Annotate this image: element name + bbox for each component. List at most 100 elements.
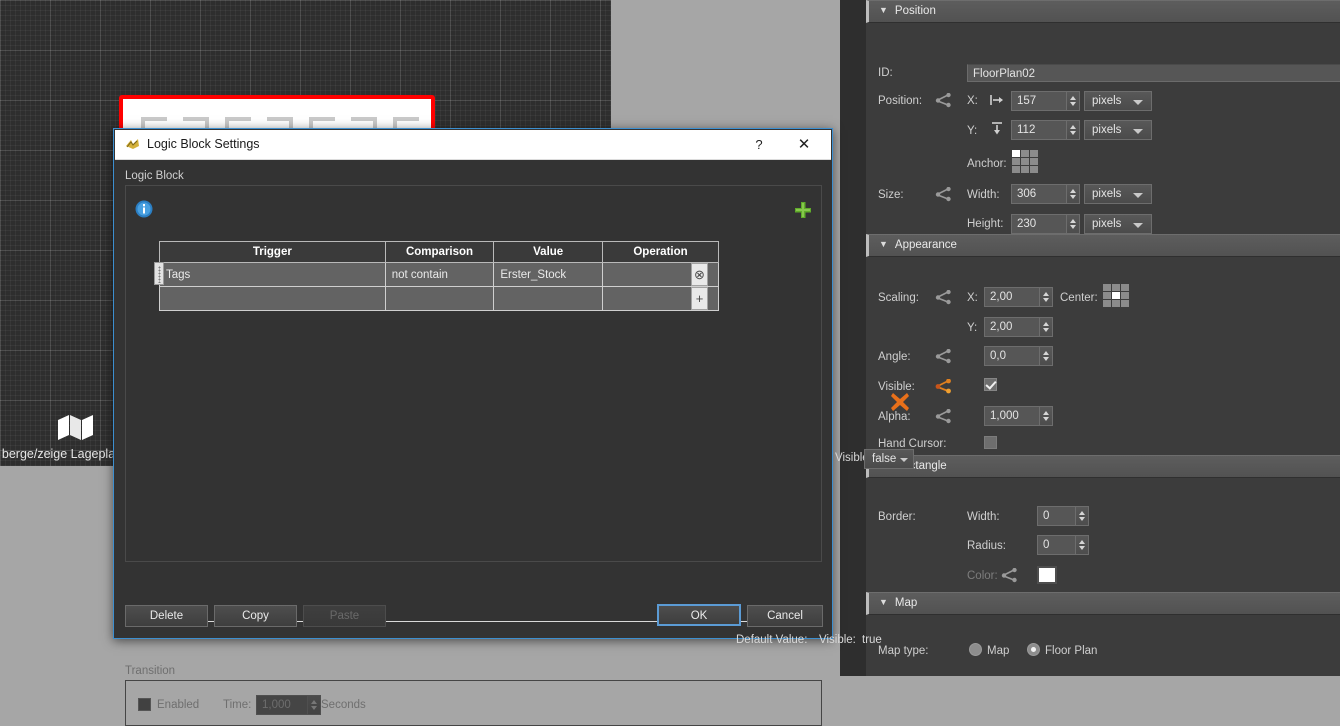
binding-icon-visible-active[interactable] [935, 379, 952, 394]
border-width-value[interactable]: 0 [1037, 506, 1076, 526]
position-x-unit-combo[interactable]: pixels [1084, 91, 1152, 111]
info-icon[interactable] [135, 200, 153, 218]
delete-cross-icon[interactable] [889, 391, 911, 413]
center-grid-picker[interactable] [1103, 284, 1131, 310]
cell-value[interactable] [493, 286, 603, 311]
transition-enabled-checkbox[interactable] [138, 698, 151, 711]
position-y-steppers[interactable] [1067, 120, 1080, 140]
map-widget-label: berge/zeige Lageplan [1, 447, 123, 461]
paste-button: Paste [303, 605, 386, 627]
position-y-value[interactable]: 112 [1011, 120, 1067, 140]
section-header-map[interactable]: ▼ Map [866, 592, 1340, 615]
width-steppers[interactable] [1067, 184, 1080, 204]
binding-icon-size[interactable] [935, 187, 952, 202]
angle-value[interactable]: 0,0 [984, 346, 1040, 366]
border-color-swatch[interactable] [1037, 566, 1057, 584]
width-label: Width: [967, 189, 1000, 201]
y-offset-icon [992, 122, 1002, 135]
cell-value[interactable]: Erster_Stock [493, 262, 603, 287]
height-unit-combo[interactable]: pixels [1084, 214, 1152, 234]
position-x-spinbox[interactable]: 157 [1011, 91, 1080, 111]
panel-splitter[interactable] [840, 0, 866, 676]
border-width-label: Width: [967, 511, 1000, 523]
scaling-y-value[interactable]: 2,00 [984, 317, 1040, 337]
position-x-value[interactable]: 157 [1011, 91, 1067, 111]
anchor-label: Anchor: [967, 158, 1007, 170]
width-spinbox[interactable]: 306 [1011, 184, 1080, 204]
map-type-radio-floorplan[interactable] [1027, 643, 1040, 656]
alpha-spinbox[interactable]: 1,000 [984, 406, 1053, 426]
anchor-grid-picker[interactable] [1012, 150, 1040, 176]
position-y-spinbox[interactable]: 112 [1011, 120, 1080, 140]
add-plus-icon[interactable] [793, 200, 813, 220]
binding-icon-scaling[interactable] [935, 290, 952, 305]
border-radius-steppers[interactable] [1076, 535, 1089, 555]
transition-time-value[interactable]: 1,000 [256, 695, 308, 715]
ok-button[interactable]: OK [657, 604, 741, 626]
transition-time-spinbox[interactable]: 1,000 [256, 695, 321, 715]
logic-rules-table[interactable]: Trigger Comparison Value Operation Tags … [159, 241, 719, 311]
angle-steppers[interactable] [1040, 346, 1053, 366]
cancel-button[interactable]: Cancel [747, 605, 823, 627]
section-header-position[interactable]: ▼ Position [866, 0, 1340, 23]
transition-time-label: Time: [223, 699, 252, 711]
section-body-map: Map type: Map Floor Plan Floor Plan: Flo… [866, 615, 1340, 676]
x-offset-icon [990, 95, 1003, 105]
scaling-x-spinbox[interactable]: 2,00 [984, 287, 1053, 307]
angle-spinbox[interactable]: 0,0 [984, 346, 1053, 366]
alpha-steppers[interactable] [1040, 406, 1053, 426]
binding-icon-alpha[interactable] [935, 409, 952, 424]
cell-comparison[interactable]: not contain [384, 262, 495, 287]
scaling-x-steppers[interactable] [1040, 287, 1053, 307]
scaling-x-label: X: [967, 292, 978, 304]
property-panel: ▼ Position ID: FloorPlan02 Position: X: 1… [866, 0, 1340, 676]
border-width-spinbox[interactable]: 0 [1037, 506, 1089, 526]
binding-icon-angle[interactable] [935, 349, 952, 364]
border-color-label: Color: [967, 570, 998, 582]
position-y-label: Y: [967, 125, 978, 137]
copy-button[interactable]: Copy [214, 605, 297, 627]
cell-trigger[interactable]: Tags [159, 262, 386, 287]
transition-time-steppers[interactable] [308, 695, 321, 715]
default-visible-label: Visible: [819, 634, 856, 646]
table-row[interactable]: Tags not contain Erster_Stock [159, 262, 719, 287]
position-y-unit-combo[interactable]: pixels [1084, 120, 1152, 140]
hand-cursor-checkbox[interactable] [984, 436, 997, 449]
border-width-steppers[interactable] [1076, 506, 1089, 526]
table-row[interactable] [159, 286, 719, 311]
height-value[interactable]: 230 [1011, 214, 1067, 234]
id-field[interactable]: FloorPlan02 [967, 64, 1340, 82]
width-unit-combo[interactable]: pixels [1084, 184, 1152, 204]
border-radius-spinbox[interactable]: 0 [1037, 535, 1089, 555]
section-header-rectangle[interactable]: ▼Rectangle [866, 455, 1340, 478]
height-spinbox[interactable]: 230 [1011, 214, 1080, 234]
cell-comparison[interactable] [384, 286, 495, 311]
scaling-y-steppers[interactable] [1040, 317, 1053, 337]
section-body-rectangle: Border: Width: 0 Radius: 0 Color: [866, 478, 1340, 592]
appearance-visible-checkbox[interactable] [984, 378, 997, 391]
rule-visible-combo[interactable]: false [864, 449, 914, 469]
row-drag-handle[interactable] [154, 262, 164, 285]
section-title-map: Map [894, 597, 918, 609]
dialog-titlebar[interactable]: Logic Block Settings ? ✕ [115, 130, 831, 160]
collapse-caret-icon: ▼ [879, 597, 888, 607]
scaling-y-spinbox[interactable]: 2,00 [984, 317, 1053, 337]
binding-icon-color[interactable] [1001, 568, 1018, 583]
close-button[interactable]: ✕ [789, 130, 819, 159]
binding-icon-position[interactable] [935, 93, 952, 108]
dialog-title: Logic Block Settings [147, 137, 260, 151]
height-steppers[interactable] [1067, 214, 1080, 234]
delete-button[interactable]: Delete [125, 605, 208, 627]
scaling-x-value[interactable]: 2,00 [984, 287, 1040, 307]
border-radius-value[interactable]: 0 [1037, 535, 1076, 555]
position-x-steppers[interactable] [1067, 91, 1080, 111]
width-value[interactable]: 306 [1011, 184, 1067, 204]
clear-circle-icon[interactable]: ⊗ [691, 263, 708, 286]
alpha-value[interactable]: 1,000 [984, 406, 1040, 426]
cell-trigger[interactable] [159, 286, 386, 311]
section-title-appearance: Appearance [894, 239, 957, 251]
add-row-icon[interactable]: + [691, 287, 708, 310]
help-button[interactable]: ? [744, 130, 774, 159]
section-header-appearance[interactable]: ▼ Appearance [866, 234, 1340, 257]
map-type-radio-map[interactable] [969, 643, 982, 656]
